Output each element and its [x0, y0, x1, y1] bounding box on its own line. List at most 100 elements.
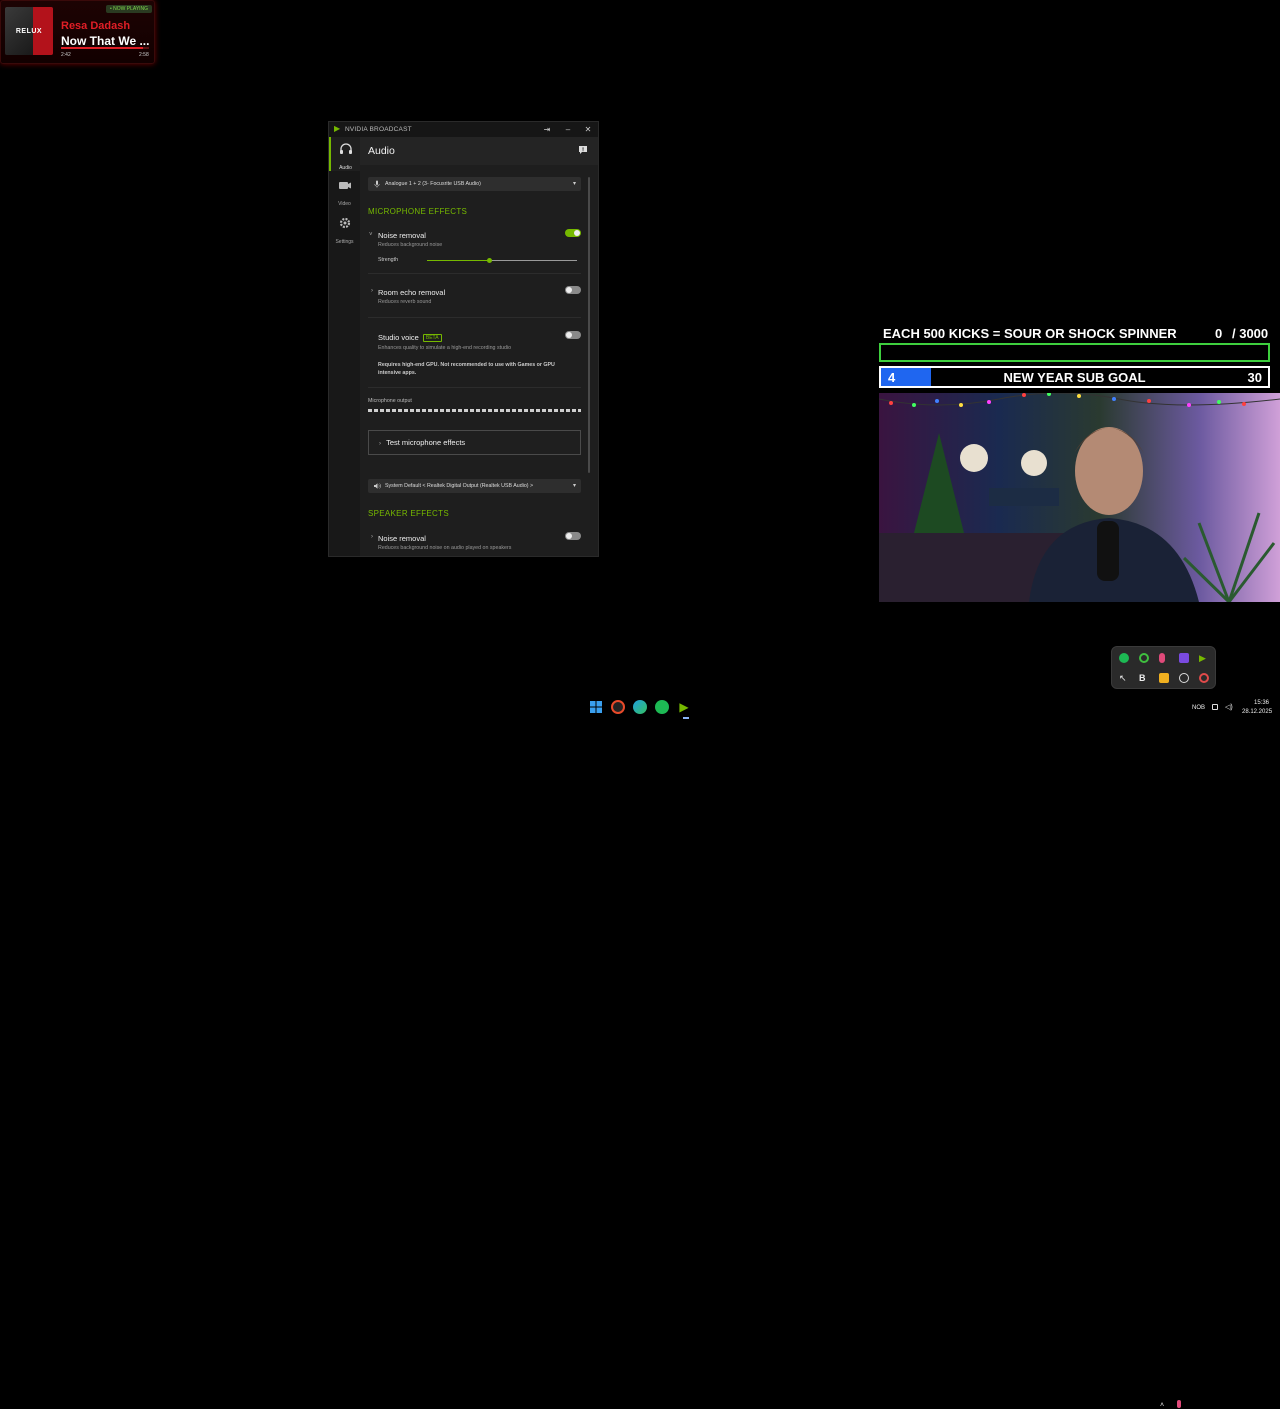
spotify-tray-icon[interactable] — [1119, 653, 1129, 663]
sub-goal-current: 4 — [888, 370, 896, 385]
track-artist: Resa Dadash — [61, 20, 131, 32]
nvidia-broadcast-window: ▶ NVIDIA BROADCAST ⇥ – ✕ Audio Video Set… — [328, 121, 599, 557]
beta-badge: BETA — [422, 334, 442, 342]
nav-item-video[interactable]: Video — [329, 173, 360, 207]
speaker-device-select[interactable]: System Default < Realtek Digital Output … — [368, 479, 581, 493]
mic-status-icon[interactable] — [1177, 1400, 1181, 1408]
close-button[interactable]: ✕ — [581, 123, 595, 136]
strength-label: Strength — [378, 257, 399, 263]
room-echo-description: Reduces reverb sound — [378, 299, 432, 305]
clock-time[interactable]: 15:36 — [1254, 700, 1269, 706]
windows-start-icon[interactable] — [589, 700, 603, 714]
nvidia-logo-icon: ▶ — [334, 124, 341, 133]
microphone — [1097, 521, 1119, 581]
obs-tray-icon[interactable] — [1179, 673, 1189, 683]
test-microphone-effects-label: Test microphone effects — [386, 438, 466, 447]
nvidia-tray-icon[interactable]: ▶ — [1199, 653, 1209, 663]
studio-voice-note: Requires high-end GPU. Not recommended t… — [378, 362, 555, 376]
microphone-device-select[interactable]: Analogue 1 + 2 (3- Focusrite USB Audio) … — [368, 177, 581, 191]
santa-figure — [960, 444, 988, 472]
neon-sign — [989, 488, 1059, 506]
bold-tray-icon[interactable]: B — [1139, 673, 1149, 683]
speaker-device-value: System Default < Realtek Digital Output … — [385, 483, 534, 489]
sub-goal-target: 30 — [1247, 370, 1262, 385]
feedback-icon[interactable] — [578, 145, 588, 155]
kicks-goal-label: EACH 500 KICKS = SOUR OR SHOCK SPINNER — [883, 326, 1177, 341]
studio-voice-title-row: Studio voice BETA — [378, 333, 442, 342]
nav-label-settings: Settings — [335, 239, 354, 245]
streamer-face — [1075, 427, 1143, 515]
window-title: NVIDIA BROADCAST — [345, 126, 412, 133]
pin-icon[interactable]: ⇥ — [540, 123, 554, 136]
taskbar: ▶ ˄ — [0, 696, 1280, 1409]
speaker-noise-removal-title: Noise removal — [378, 534, 426, 543]
spotify-taskbar-icon[interactable] — [655, 700, 669, 714]
nav-item-audio[interactable]: Audio — [329, 137, 360, 171]
tray-overflow-popup: ▶ ↖ B — [1111, 646, 1216, 689]
minimize-button[interactable]: – — [561, 123, 575, 136]
studio-voice-toggle[interactable] — [565, 331, 581, 339]
nvidia-broadcast-taskbar-icon[interactable]: ▶ — [677, 700, 691, 714]
chevron-right-icon: › — [379, 441, 381, 447]
active-app-indicator — [683, 717, 689, 719]
kicks-goal-current: 0 — [1215, 326, 1223, 341]
chevron-right-icon[interactable]: › — [371, 288, 373, 294]
chevron-right-icon[interactable]: › — [371, 534, 373, 540]
network-icon[interactable] — [1212, 704, 1218, 710]
chevron-down-icon[interactable]: ˅ — [369, 232, 373, 238]
strength-slider-fill — [427, 260, 489, 261]
divider — [368, 273, 581, 274]
app-tray-icon-2[interactable] — [1159, 673, 1169, 683]
strength-slider[interactable] — [427, 258, 577, 263]
microphone-output-label: Microphone output — [368, 398, 412, 404]
noise-removal-title: Noise removal — [378, 231, 426, 240]
clock-date[interactable]: 28.12.2025 — [1242, 709, 1272, 715]
nav-label-video: Video — [338, 201, 351, 207]
nav-label-audio: Audio — [339, 165, 352, 171]
cursor-tray-icon[interactable]: ↖ — [1119, 673, 1129, 683]
divider — [368, 387, 581, 388]
tray-chevron-up-icon[interactable]: ˄ — [1160, 1402, 1164, 1409]
now-playing-widget: RELUX • NOW PLAYING Resa Dadash Now That… — [0, 0, 155, 64]
record-tray-icon[interactable] — [1199, 673, 1209, 683]
test-microphone-effects-button[interactable]: › Test microphone effects — [368, 430, 581, 455]
strength-slider-handle[interactable] — [486, 258, 492, 263]
track-progress-fill — [61, 47, 143, 49]
page-title: Audio — [368, 145, 395, 157]
xbox-tray-icon[interactable] — [1139, 653, 1149, 663]
studio-voice-description: Enhances quality to simulate a high-end … — [378, 345, 512, 351]
santa-figure — [1021, 450, 1047, 476]
studio-voice-title: Studio voice — [378, 333, 419, 342]
room-echo-toggle[interactable] — [565, 286, 581, 294]
chevron-down-icon: ▾ — [572, 181, 576, 187]
noise-removal-toggle[interactable] — [565, 229, 581, 237]
palm-plant — [1182, 512, 1276, 602]
speaker-effects-heading: SPEAKER EFFECTS — [368, 509, 449, 518]
microphone-device-value: Analogue 1 + 2 (3- Focusrite USB Audio) — [385, 181, 481, 187]
edge-taskbar-icon[interactable] — [633, 700, 647, 714]
microphone-icon — [374, 180, 380, 188]
webcam-feed — [879, 393, 1280, 602]
nav-item-settings[interactable]: Settings — [329, 211, 360, 245]
scrollbar[interactable] — [588, 177, 590, 473]
noise-removal-description: Reduces background noise — [378, 242, 443, 248]
kicks-goal-header: EACH 500 KICKS = SOUR OR SHOCK SPINNER 0… — [883, 326, 1269, 342]
speaker-noise-removal-toggle[interactable] — [565, 532, 581, 540]
audio-settings-panel: Analogue 1 + 2 (3- Focusrite USB Audio) … — [360, 165, 598, 556]
language-indicator[interactable]: NOB — [1192, 705, 1205, 711]
side-navigation: Audio Video Settings — [329, 137, 360, 556]
volume-icon[interactable]: ◁) — [1225, 703, 1233, 711]
room-echo-title: Room echo removal — [378, 288, 446, 297]
sub-goal-label: NEW YEAR SUB GOAL — [1003, 370, 1146, 385]
chevron-down-icon: ▾ — [572, 483, 576, 489]
kicks-goal-progress-bar — [879, 343, 1270, 362]
camera-icon — [338, 182, 351, 189]
headphones-icon — [339, 143, 352, 154]
sub-goal-bar: NEW YEAR SUB GOAL 4 30 — [879, 366, 1270, 388]
mic-tray-icon[interactable] — [1159, 653, 1165, 663]
track-duration: 2:58 — [139, 52, 149, 58]
obs-taskbar-icon[interactable] — [611, 700, 625, 714]
track-title: Now That We ... — [61, 34, 150, 48]
app-tray-icon[interactable] — [1179, 653, 1189, 663]
kicks-goal-target: / 3000 — [1232, 326, 1269, 341]
